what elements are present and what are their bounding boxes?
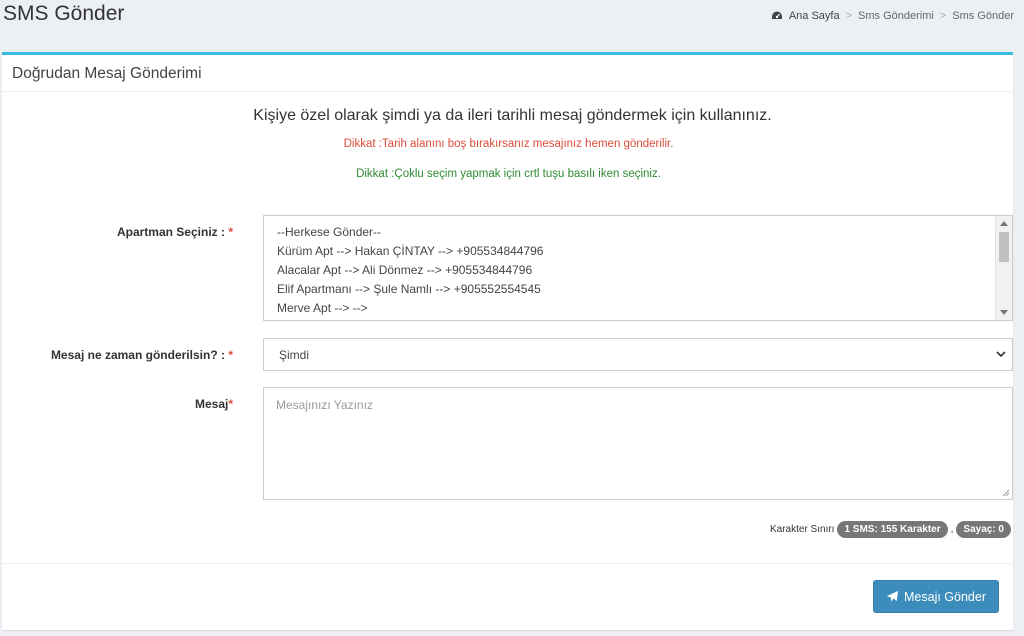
required-mark: * xyxy=(228,397,233,411)
message-textarea[interactable]: Mesajınızı Yazınız xyxy=(263,387,1013,500)
message-box: Doğrudan Mesaj Gönderimi Kişiye özel ola… xyxy=(2,52,1013,630)
apartment-option-list: --Herkese Gönder-- Kürüm Apt --> Hakan Çİ… xyxy=(264,216,1012,318)
intro-text: Kişiye özel olarak şimdi ya da ileri tar… xyxy=(253,107,772,124)
breadcrumb-home-link[interactable]: Ana Sayfa xyxy=(789,10,840,22)
date-warning: Dikkat :Tarih alanını boş bırakırsanız m… xyxy=(343,138,674,150)
chevron-down-icon xyxy=(996,351,1006,358)
apartment-option[interactable]: --Herkese Gönder-- xyxy=(277,223,1012,242)
char-limit-label: Karakter Sınırı xyxy=(769,524,835,535)
breadcrumb-separator: > xyxy=(845,10,853,22)
scrollbar-thumb[interactable] xyxy=(999,232,1009,262)
counter-badge: Sayaç: 0 xyxy=(956,521,1011,538)
message-placeholder: Mesajınızı Yazınız xyxy=(276,398,373,412)
send-time-value: Şimdi xyxy=(279,348,310,362)
multiselect-warning: Dikkat :Çoklu seçim yapmak için crtl tuş… xyxy=(356,168,661,180)
dashboard-icon xyxy=(771,11,782,19)
when-label-text: Mesaj ne zaman gönderilsin? : xyxy=(50,348,225,362)
breadcrumb: Ana Sayfa > Sms Gönderimi > Sms Gönder xyxy=(771,10,1014,22)
footer-divider xyxy=(2,563,1013,564)
send-message-button[interactable]: Mesajı Gönder xyxy=(873,580,999,613)
message-label: Mesaj* xyxy=(2,397,233,411)
counter-comma: , xyxy=(950,524,954,535)
paper-plane-icon xyxy=(886,590,899,602)
sms-limit-badge: 1 SMS: 155 Karakter xyxy=(837,521,948,538)
breadcrumb-separator: > xyxy=(939,10,947,22)
apartment-option[interactable]: Merve Apt --> --> xyxy=(277,299,1012,318)
apartment-label-text: Apartman Seçiniz : xyxy=(116,225,225,239)
breadcrumb-current: Sms Gönder xyxy=(952,10,1014,22)
required-mark: * xyxy=(228,225,233,239)
apartment-option[interactable]: Elif Apartmanı --> Şule Namlı --> +90555… xyxy=(277,280,1012,299)
scroll-down-icon[interactable] xyxy=(1000,310,1008,315)
required-mark: * xyxy=(228,348,233,362)
apartment-label: Apartman Seçiniz : * xyxy=(2,225,233,239)
resize-grip-icon[interactable] xyxy=(1002,489,1010,497)
multiselect-scrollbar[interactable] xyxy=(995,216,1012,320)
scroll-up-icon[interactable] xyxy=(1000,221,1008,226)
box-title: Doğrudan Mesaj Gönderimi xyxy=(2,55,1013,92)
send-button-label: Mesajı Gönder xyxy=(904,589,986,604)
character-counter: Karakter Sınırı 1 SMS: 155 Karakter , Sa… xyxy=(770,521,1011,538)
when-label: Mesaj ne zaman gönderilsin? : * xyxy=(2,348,233,362)
apartment-option[interactable]: Kürüm Apt --> Hakan ÇİNTAY --> +90553484… xyxy=(277,242,1012,261)
apartment-multiselect[interactable]: --Herkese Gönder-- Kürüm Apt --> Hakan Çİ… xyxy=(263,215,1013,321)
breadcrumb-sms-link[interactable]: Sms Gönderimi xyxy=(858,10,934,22)
send-time-select[interactable]: Şimdi xyxy=(263,338,1013,371)
page-title: SMS Gönder xyxy=(3,2,125,25)
message-label-text: Mesaj xyxy=(194,397,229,411)
apartment-option[interactable]: Alacalar Apt --> Ali Dönmez --> +9055348… xyxy=(277,261,1012,280)
